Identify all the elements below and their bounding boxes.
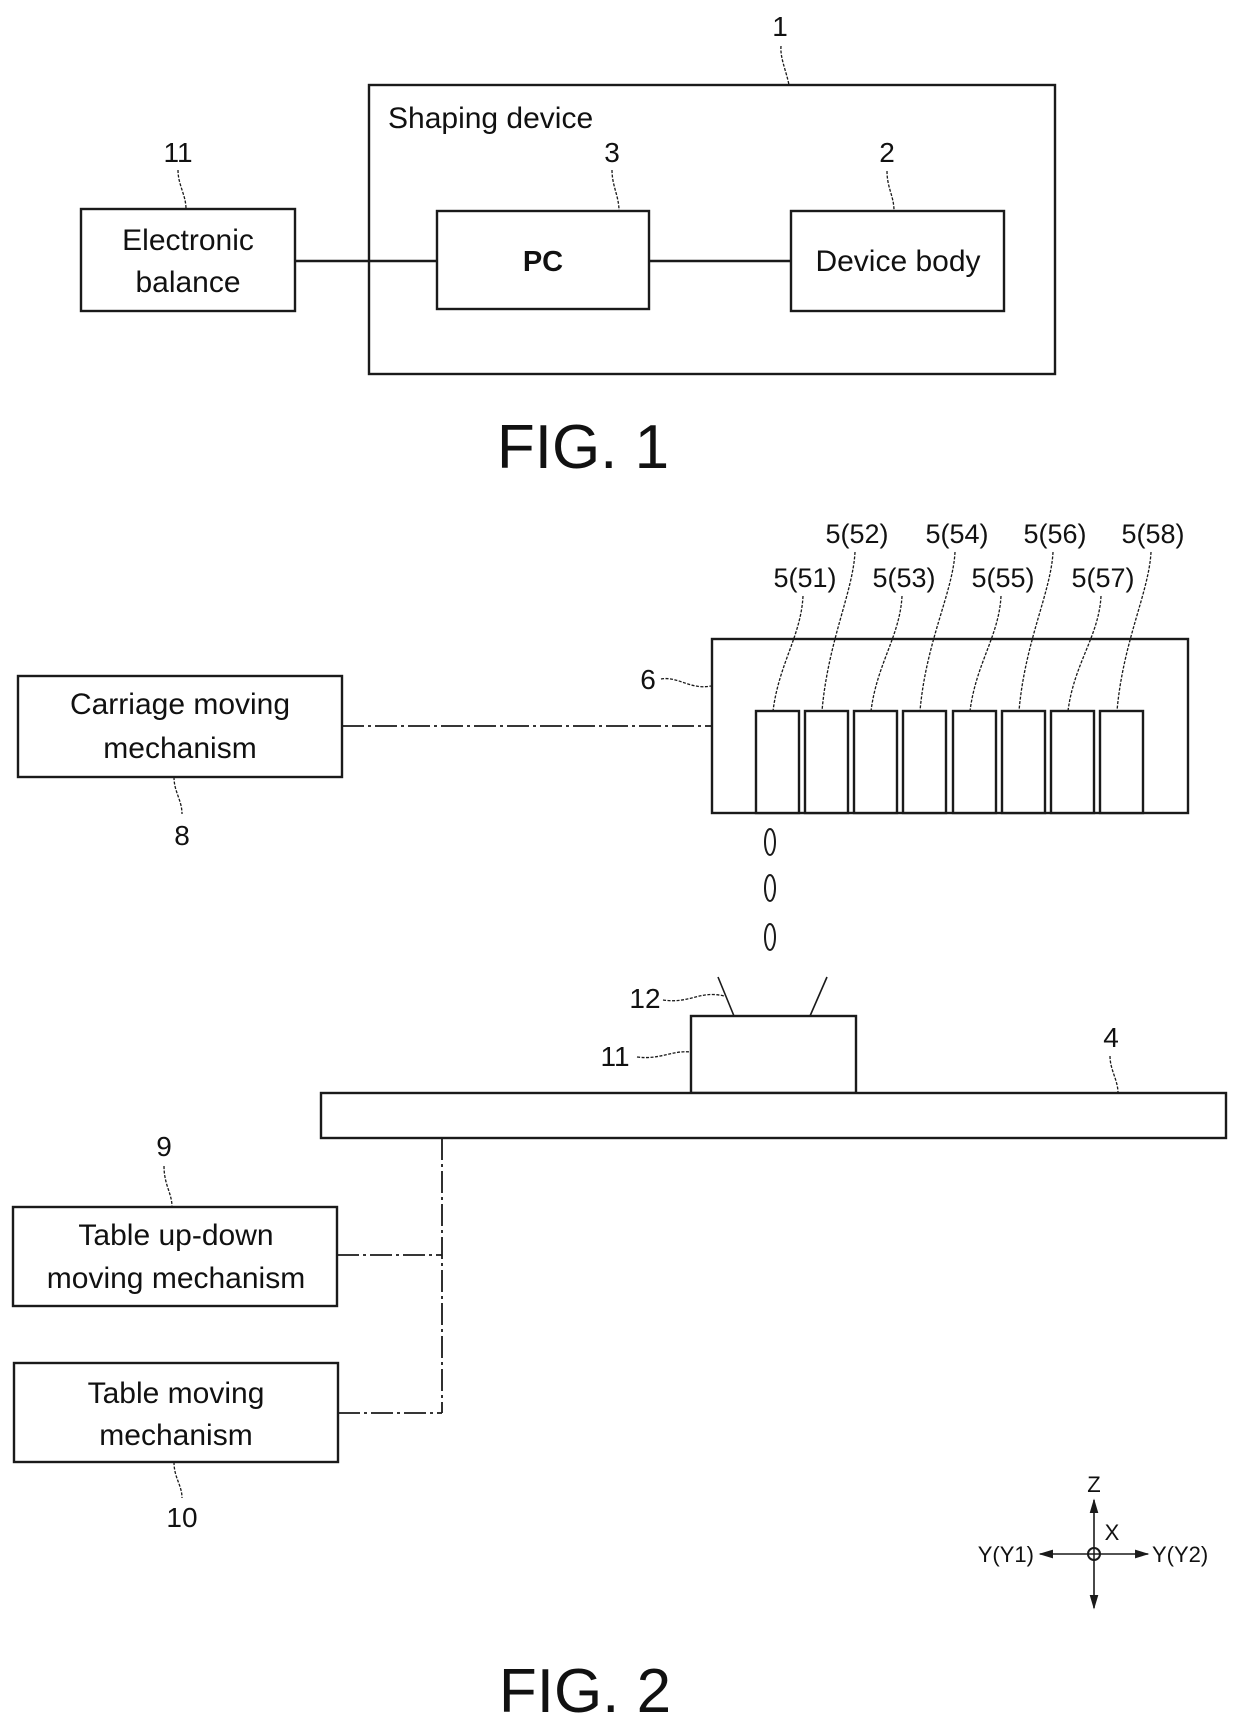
- droplet: [764, 874, 776, 902]
- table-moving-mechanism-ref: 10: [166, 1502, 197, 1533]
- z-axis-label: Z: [1087, 1472, 1100, 1497]
- carriage-moving-mechanism-ref: 8: [174, 820, 190, 851]
- table-ref: 4: [1103, 1022, 1119, 1053]
- pc-ref: 3: [604, 137, 620, 168]
- table-moving-mechanism-line1: Table moving: [88, 1377, 265, 1410]
- head-label: 5(54): [925, 519, 988, 549]
- y2-axis-label: Y(Y2): [1152, 1542, 1208, 1567]
- fig1: Shaping device 1 Electronic balance 11 P…: [79, 11, 1057, 482]
- head-2: [803, 709, 850, 815]
- fig2: Carriage moving mechanism 8 6 5(51) 5(52)…: [11, 519, 1228, 1725]
- table-up-down-mechanism-line1: Table up-down: [78, 1219, 273, 1252]
- x-axis-label: X: [1105, 1520, 1120, 1545]
- shaped-object-line-left: [717, 976, 735, 1017]
- table-up-down-mechanism-line2: moving mechanism: [47, 1262, 305, 1295]
- table-moving-mechanism-line2: mechanism: [99, 1419, 252, 1452]
- shaping-device-label: Shaping device: [388, 102, 593, 135]
- balance-box: [689, 1014, 858, 1095]
- head-label: 5(53): [872, 563, 935, 593]
- shaping-device-ref-leader: [780, 45, 790, 86]
- table-up-down-mechanism-ref: 9: [156, 1131, 172, 1162]
- table-box: [319, 1091, 1228, 1140]
- y1-axis-label: Y(Y1): [978, 1542, 1034, 1567]
- shaped-object-ref: 12: [629, 983, 660, 1014]
- electronic-balance-label-line1: Electronic: [122, 224, 254, 257]
- head-label: 5(57): [1071, 563, 1134, 593]
- table-moving-mechanism-ref-leader: [173, 1461, 183, 1499]
- head-5: [951, 709, 998, 815]
- head-label: 5(58): [1121, 519, 1184, 549]
- device-body-ref: 2: [879, 137, 895, 168]
- head-3: [852, 709, 899, 815]
- pc-label: PC: [523, 246, 563, 278]
- carriage-moving-mechanism-ref-leader: [173, 776, 183, 815]
- head-label: 5(52): [825, 519, 888, 549]
- droplet: [764, 923, 776, 951]
- axes-indicator: Z X Y(Y1) Y(Y2): [978, 1472, 1208, 1610]
- head-label: 5(51): [773, 563, 836, 593]
- balance-ref: 11: [600, 1041, 629, 1072]
- balance-ref-leader: [636, 1051, 692, 1059]
- head-6: [1000, 709, 1047, 815]
- electronic-balance-ref-leader: [177, 169, 187, 210]
- fig2-caption: FIG. 2: [499, 1657, 671, 1725]
- shaping-device-ref: 1: [772, 11, 788, 42]
- patent-drawing: Shaping device 1 Electronic balance 11 P…: [11, 11, 1228, 1725]
- carriage-ref: 6: [640, 664, 656, 695]
- table-up-down-mechanism-ref-leader: [163, 1165, 173, 1208]
- head-7: [1049, 709, 1096, 815]
- table-ref-leader: [1109, 1055, 1119, 1094]
- droplet: [764, 828, 776, 856]
- electronic-balance-ref: 11: [163, 137, 192, 168]
- head-4: [901, 709, 948, 815]
- electronic-balance-label-line2: balance: [135, 266, 240, 299]
- shaped-object-ref-leader: [662, 993, 725, 1002]
- carriage-moving-mechanism-line2: mechanism: [103, 732, 256, 765]
- shaped-object-line-right: [809, 976, 828, 1017]
- head-label: 5(55): [971, 563, 1034, 593]
- carriage-ref-leader: [660, 677, 712, 688]
- head-label: 5(56): [1023, 519, 1086, 549]
- head-8: [1098, 709, 1145, 815]
- device-body-label: Device body: [815, 245, 980, 278]
- head-1: [754, 709, 801, 815]
- fig1-caption: FIG. 1: [497, 413, 669, 482]
- carriage-moving-mechanism-line1: Carriage moving: [70, 688, 290, 721]
